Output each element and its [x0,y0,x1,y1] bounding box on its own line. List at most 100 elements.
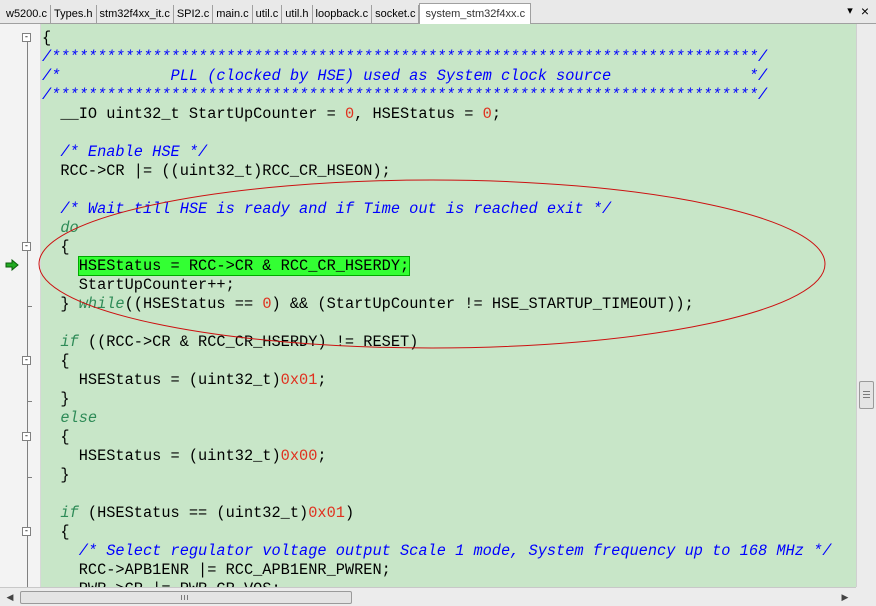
code-line[interactable]: /***************************************… [42,48,831,67]
code-token: /***************************************… [42,48,768,66]
file-tab[interactable]: system_stm32f4xx.c [419,3,532,24]
scrollbar-corner [856,587,876,606]
code-token: do [60,219,79,237]
file-tab[interactable]: util.c [253,5,283,23]
code-token: , HSEStatus = [354,105,483,123]
file-tab[interactable]: stm32f4xx_it.c [97,5,174,23]
code-line[interactable]: } [42,390,831,409]
fold-end-marker [27,306,32,307]
code-line[interactable]: HSEStatus = (uint32_t)0x01; [42,371,831,390]
code-line[interactable] [42,181,831,200]
current-statement-highlight: HSEStatus = RCC->CR & RCC_CR_HSERDY; [77,256,411,276]
code-token: /* Select regulator voltage output Scale… [78,542,832,560]
source-code[interactable]: {/**************************************… [42,29,831,587]
code-line[interactable]: } [42,466,831,485]
code-editor[interactable]: - - - - - {/****************************… [0,24,856,587]
code-line[interactable]: RCC->APB1ENR |= RCC_APB1ENR_PWREN; [42,561,831,580]
file-tab[interactable]: loopback.c [313,5,373,23]
code-token: 0x00 [280,447,318,465]
code-token: { [42,523,70,541]
code-token: { [42,238,70,256]
fold-minus-icon[interactable]: - [22,527,31,536]
code-token: ) && (StartUpCounter != HSE_STARTUP_TIME… [271,295,694,313]
file-tab[interactable]: util.h [282,5,313,23]
code-token: RCC->CR |= ((uint32_t)RCC_CR_HSEON); [42,162,391,180]
code-token: if [60,333,79,351]
code-token: 0 [262,295,272,313]
vertical-scrollbar[interactable] [856,24,876,587]
code-line[interactable]: /* PLL (clocked by HSE) used as System c… [42,67,831,86]
file-tab-bar: w5200.c Types.h stm32f4xx_it.c SPI2.c main.c… [0,0,876,24]
file-tab[interactable]: w5200.c [3,5,51,23]
file-tab[interactable]: main.c [213,5,253,23]
file-tab[interactable]: SPI2.c [174,5,214,23]
code-line[interactable]: /* Select regulator voltage output Scale… [42,542,832,561]
code-line[interactable]: else [42,409,831,428]
code-token: 0x01 [308,504,345,522]
code-token: /* Enable HSE */ [60,143,208,161]
code-line[interactable]: /***************************************… [42,86,831,105]
code-line[interactable]: __IO uint32_t StartUpCounter = 0, HSESta… [42,105,831,124]
fold-minus-icon[interactable]: - [22,432,31,441]
scroll-right-icon[interactable]: ▶ [838,591,852,603]
code-token: __IO uint32_t StartUpCounter = [42,105,345,123]
code-token: StartUpCounter++; [42,276,235,294]
code-line[interactable]: { [42,523,831,542]
code-line[interactable]: HSEStatus = (uint32_t)0x00; [42,447,831,466]
code-token: } [42,466,70,484]
code-line[interactable]: { [42,352,831,371]
code-line[interactable]: { [42,428,831,447]
code-token: 0x01 [280,371,318,389]
code-token: while [78,295,125,313]
code-token: 0 [344,105,355,123]
horizontal-scrollbar[interactable]: ◀ ▶ [0,587,856,606]
code-token: { [42,352,70,370]
code-line[interactable]: { [42,238,831,257]
code-token: else [60,409,98,427]
fold-end-marker [27,401,32,402]
code-line[interactable]: PWR->CR |= PWR_CR_VOS; [42,580,831,587]
code-line[interactable]: StartUpCounter++; [42,276,831,295]
horizontal-scroll-thumb[interactable] [20,591,352,604]
fold-line [27,42,28,587]
code-line[interactable] [42,314,831,333]
code-token: /***************************************… [42,86,768,104]
tab-list-menu-icon[interactable]: ▾ [843,4,857,18]
code-line[interactable] [42,485,831,504]
code-token: { [42,29,52,47]
code-line[interactable] [42,124,831,143]
code-token: HSEStatus = (uint32_t) [42,447,281,465]
close-tab-icon[interactable]: × [858,4,872,18]
code-line[interactable]: HSEStatus = RCC->CR & RCC_CR_HSERDY; [42,256,831,276]
code-line[interactable]: { [42,29,831,48]
code-line[interactable]: /* Enable HSE */ [42,143,831,162]
fold-minus-icon[interactable]: - [22,356,31,365]
code-token: ; [317,447,327,465]
code-line[interactable]: /* Wait till HSE is ready and if Time ou… [42,200,831,219]
code-token: HSEStatus = (uint32_t) [42,371,281,389]
code-token: RCC->APB1ENR |= RCC_APB1ENR_PWREN; [42,561,391,579]
code-token: } [42,390,70,408]
file-tab[interactable]: socket.c [372,5,420,23]
code-line[interactable]: RCC->CR |= ((uint32_t)RCC_CR_HSEON); [42,162,831,181]
scroll-left-icon[interactable]: ◀ [3,591,17,603]
code-token: ; [491,105,502,123]
fold-minus-icon[interactable]: - [22,33,31,42]
code-line[interactable]: if ((RCC->CR & RCC_CR_HSERDY) != RESET) [42,333,831,352]
file-tab[interactable]: Types.h [51,5,97,23]
code-line[interactable]: if (HSEStatus == (uint32_t)0x01) [42,504,831,523]
code-line[interactable]: do [42,219,831,238]
code-token: ; [317,371,327,389]
green-arrow-icon [5,259,19,271]
code-token: if [60,504,79,522]
code-token: ((HSEStatus == [124,295,263,313]
code-token: ((RCC->CR & RCC_CR_HSERDY) != RESET) [78,333,419,351]
vertical-scroll-thumb[interactable] [859,381,874,409]
fold-minus-icon[interactable]: - [22,242,31,251]
code-line[interactable]: } while((HSEStatus == 0) && (StartUpCoun… [42,295,831,314]
